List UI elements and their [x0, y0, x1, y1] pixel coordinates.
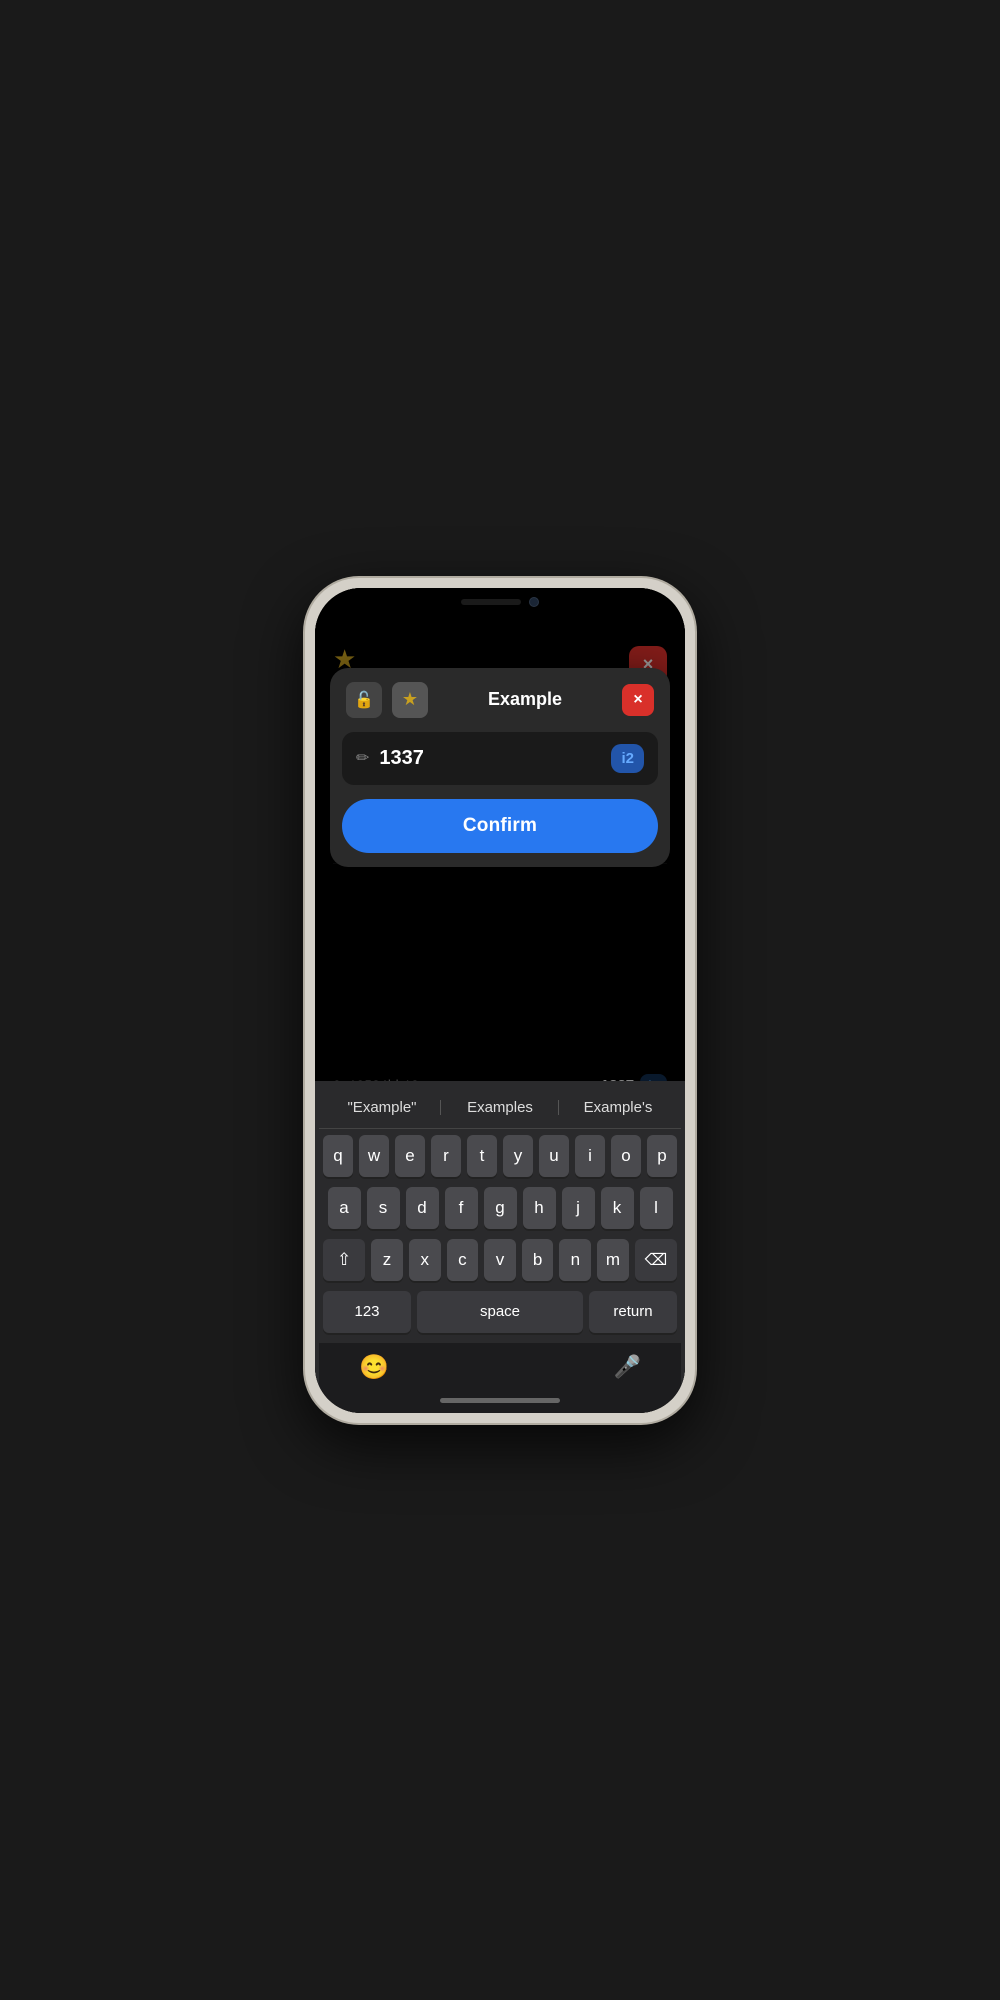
- key-g[interactable]: g: [484, 1187, 517, 1229]
- key-row-2: a s d f g h j k l: [323, 1187, 677, 1229]
- key-p[interactable]: p: [647, 1135, 677, 1177]
- key-c[interactable]: c: [447, 1239, 479, 1281]
- key-h[interactable]: h: [523, 1187, 556, 1229]
- phone-screen: ★ × Search Results (6625) ★ 0x105…: [315, 588, 685, 1413]
- key-e[interactable]: e: [395, 1135, 425, 1177]
- modal-type-badge[interactable]: i2: [611, 744, 644, 773]
- screen: ★ × Search Results (6625) ★ 0x105…: [315, 588, 685, 1413]
- key-n[interactable]: n: [559, 1239, 591, 1281]
- key-i[interactable]: i: [575, 1135, 605, 1177]
- notch-pill: [461, 599, 521, 605]
- microphone-button[interactable]: 🎤: [614, 1354, 641, 1380]
- modal-star-button[interactable]: ★: [392, 682, 428, 718]
- modal-close-button[interactable]: ×: [622, 684, 654, 716]
- modal-value-display[interactable]: 1337: [379, 747, 601, 770]
- modal-input-row: ✏ 1337 i2: [342, 732, 658, 785]
- autocomplete-item[interactable]: Examples: [441, 1095, 559, 1120]
- key-z[interactable]: z: [371, 1239, 403, 1281]
- modal-overlay: 🔓 ★ Example × ✏: [315, 588, 685, 1081]
- numbers-key[interactable]: 123: [323, 1291, 411, 1333]
- key-t[interactable]: t: [467, 1135, 497, 1177]
- confirm-button[interactable]: Confirm: [342, 799, 658, 853]
- return-key[interactable]: return: [589, 1291, 677, 1333]
- key-row-4: 123 space return: [323, 1291, 677, 1333]
- keyboard-bottom-bar: 😊 🎤: [319, 1343, 681, 1392]
- lock-button[interactable]: 🔓: [346, 682, 382, 718]
- autocomplete-item[interactable]: Example's: [559, 1095, 677, 1120]
- key-m[interactable]: m: [597, 1239, 629, 1281]
- keyboard-rows: q w e r t y u i o p a s: [319, 1135, 681, 1333]
- keyboard: "Example" Examples Example's q w e r t y…: [315, 1081, 685, 1392]
- key-s[interactable]: s: [367, 1187, 400, 1229]
- key-o[interactable]: o: [611, 1135, 641, 1177]
- space-key[interactable]: space: [417, 1291, 583, 1333]
- modal-title: Example: [438, 689, 612, 710]
- key-k[interactable]: k: [601, 1187, 634, 1229]
- lock-icon: 🔓: [354, 690, 374, 710]
- key-x[interactable]: x: [409, 1239, 441, 1281]
- modal-close-icon: ×: [633, 691, 642, 709]
- key-y[interactable]: y: [503, 1135, 533, 1177]
- delete-key[interactable]: ⌫: [635, 1239, 677, 1281]
- shift-key[interactable]: ⇧: [323, 1239, 365, 1281]
- modal-dialog: 🔓 ★ Example × ✏: [330, 668, 670, 867]
- edit-icon: ✏: [356, 748, 369, 768]
- app-content: ★ × Search Results (6625) ★ 0x105…: [315, 588, 685, 1081]
- autocomplete-item[interactable]: "Example": [323, 1095, 441, 1120]
- key-row-3: ⇧ z x c v b n m ⌫: [323, 1239, 677, 1281]
- key-a[interactable]: a: [328, 1187, 361, 1229]
- key-v[interactable]: v: [484, 1239, 516, 1281]
- key-u[interactable]: u: [539, 1135, 569, 1177]
- key-l[interactable]: l: [640, 1187, 673, 1229]
- home-pill: [440, 1398, 560, 1403]
- key-r[interactable]: r: [431, 1135, 461, 1177]
- modal-header: 🔓 ★ Example ×: [330, 668, 670, 732]
- notch: [435, 588, 565, 616]
- front-camera: [529, 597, 539, 607]
- key-b[interactable]: b: [522, 1239, 554, 1281]
- key-w[interactable]: w: [359, 1135, 389, 1177]
- phone-frame: ★ × Search Results (6625) ★ 0x105…: [305, 578, 695, 1423]
- key-row-1: q w e r t y u i o p: [323, 1135, 677, 1177]
- modal-star-icon: ★: [402, 689, 418, 710]
- emoji-button[interactable]: 😊: [359, 1353, 389, 1382]
- key-f[interactable]: f: [445, 1187, 478, 1229]
- home-indicator: [315, 1392, 685, 1413]
- key-q[interactable]: q: [323, 1135, 353, 1177]
- key-d[interactable]: d: [406, 1187, 439, 1229]
- autocomplete-bar: "Example" Examples Example's: [319, 1087, 681, 1129]
- key-j[interactable]: j: [562, 1187, 595, 1229]
